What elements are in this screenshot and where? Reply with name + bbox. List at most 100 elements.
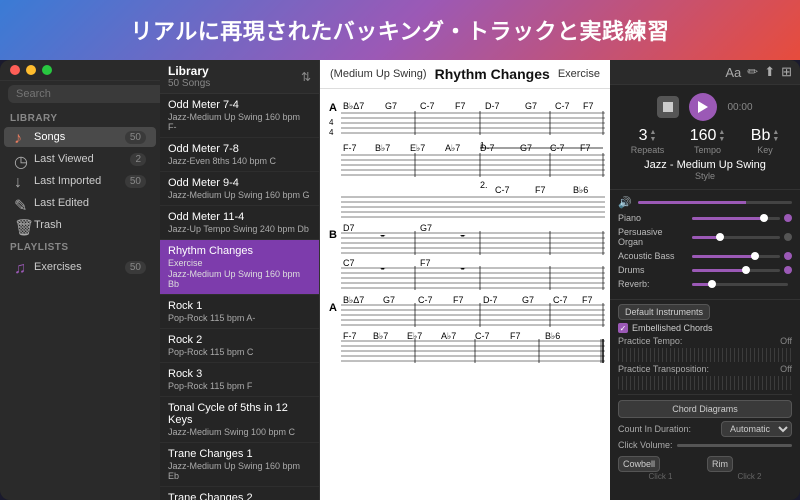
practice-tempo-label: Practice Tempo: [618, 336, 682, 346]
sidebar-item-last-imported[interactable]: ↓ Last Imported 50 [4, 171, 156, 191]
reverb-slider[interactable] [692, 283, 788, 286]
svg-text:4: 4 [329, 128, 334, 137]
playlists-section-header: Playlists [0, 236, 160, 255]
click-volume-slider[interactable] [677, 444, 792, 447]
traffic-green[interactable] [42, 65, 52, 75]
traffic-yellow[interactable] [26, 65, 36, 75]
song-title: Odd Meter 7-4 [168, 99, 311, 111]
bass-badge [784, 252, 792, 260]
count-in-select[interactable]: Automatic [721, 421, 792, 437]
sheet-header: (Medium Up Swing) Rhythm Changes Exercis… [320, 60, 610, 89]
divider [618, 394, 792, 395]
last-edited-label: Last Edited [34, 197, 146, 209]
playlist-icon: ♫ [14, 260, 28, 274]
svg-text:B♭Δ7: B♭Δ7 [343, 101, 364, 111]
bass-label: Acoustic Bass [618, 251, 688, 261]
tempo-value[interactable]: 160 ▲▼ [690, 127, 726, 145]
song-detail-active: Jazz-Medium Up Swing 160 bpm Bb [168, 269, 311, 289]
practice-transposition-waveform[interactable] [618, 376, 792, 390]
top-banner: リアルに再現されたバッキング・トラックと実践練習 [0, 0, 800, 60]
last-imported-count: 50 [125, 175, 146, 188]
repeats-value[interactable]: 3 ▲▼ [639, 127, 657, 145]
sheet-title: Rhythm Changes [435, 66, 550, 82]
song-list-count: 50 Songs [168, 78, 210, 89]
svg-text:4: 4 [329, 118, 334, 127]
svg-text:C-7: C-7 [418, 295, 433, 305]
svg-text:B♭7: B♭7 [373, 331, 388, 341]
svg-text:F7: F7 [583, 101, 594, 111]
song-item-3[interactable]: Odd Meter 11-4 Jazz-Up Tempo Swing 240 b… [160, 206, 319, 240]
last-imported-label: Last Imported [34, 175, 125, 187]
play-button[interactable] [689, 93, 717, 121]
songs-label: Songs [34, 131, 125, 143]
font-icon[interactable]: Aa [725, 65, 741, 80]
chord-diagrams-button[interactable]: Chord Diagrams [618, 400, 792, 418]
song-item-0[interactable]: Odd Meter 7-4 Jazz-Medium Up Swing 160 b… [160, 94, 319, 138]
click-volume-row: Click Volume: [618, 440, 792, 450]
traffic-red[interactable] [10, 65, 20, 75]
volume-slider[interactable] [638, 201, 792, 204]
sheet-content[interactable]: A 4 4 B♭Δ7 G7 C-7 F7 D-7 G7 C-7 F7 [320, 89, 610, 500]
song-item-4[interactable]: Rhythm Changes Exercise Jazz-Medium Up S… [160, 240, 319, 295]
click-buttons: Cowbell Click 1 Rim Click 2 [618, 454, 792, 481]
songs-count: 50 [125, 131, 146, 144]
svg-text:F7: F7 [582, 295, 593, 305]
song-title: Rock 1 [168, 300, 311, 312]
edit-icon[interactable]: ✏ [747, 64, 758, 80]
svg-text:D-7: D-7 [483, 295, 498, 305]
sidebar: Library ♪ Songs 50 ◷ Last Viewed 2 ↓ Las… [0, 60, 160, 500]
svg-text:A♭7: A♭7 [445, 143, 460, 153]
sidebar-item-last-viewed[interactable]: ◷ Last Viewed 2 [4, 149, 156, 169]
organ-slider[interactable] [692, 236, 780, 239]
sidebar-item-exercises[interactable]: ♫ Exercises 50 [4, 256, 156, 278]
svg-text:𝄻: 𝄻 [460, 263, 466, 279]
song-item-9[interactable]: Trane Changes 1 Jazz-Medium Up Swing 160… [160, 443, 319, 487]
song-subtitle: Jazz-Medium Swing 100 bpm C [168, 427, 311, 437]
last-viewed-icon: ◷ [14, 152, 28, 166]
sidebar-item-songs[interactable]: ♪ Songs 50 [4, 127, 156, 147]
embellished-checkbox[interactable]: ✓ [618, 323, 628, 333]
practice-transposition-label: Practice Transposition: [618, 364, 709, 374]
song-subtitle: Jazz-Up Tempo Swing 240 bpm Db [168, 224, 311, 234]
svg-text:B♭6: B♭6 [573, 185, 588, 195]
song-item-10[interactable]: Trane Changes 2 Jazz-Medium Up Swing 160… [160, 487, 319, 500]
default-instruments-button[interactable]: Default Instruments [618, 304, 710, 320]
drums-badge [784, 266, 792, 274]
song-item-6[interactable]: Rock 2 Pop-Rock 115 bpm C [160, 329, 319, 363]
piano-slider[interactable] [692, 217, 780, 220]
song-subtitle: Pop-Rock 115 bpm A- [168, 313, 311, 323]
song-subtitle: Pop-Rock 115 bpm C [168, 347, 311, 357]
grid-icon[interactable]: ⊞ [781, 64, 792, 80]
search-input[interactable] [8, 85, 160, 103]
share-icon[interactable]: ⬆ [764, 64, 775, 80]
library-section-header: Library [0, 107, 160, 126]
reorder-icon[interactable]: ⇅ [301, 70, 311, 84]
song-title: Odd Meter 7-8 [168, 143, 311, 155]
song-item-5[interactable]: Rock 1 Pop-Rock 115 bpm A- [160, 295, 319, 329]
song-item-8[interactable]: Tonal Cycle of 5ths in 12 Keys Jazz-Medi… [160, 397, 319, 443]
song-item-1[interactable]: Odd Meter 7-8 Jazz-Even 8ths 140 bpm C [160, 138, 319, 172]
embellished-label: Embellished Chords [632, 323, 713, 333]
rim-button[interactable]: Rim [707, 456, 733, 472]
drums-slider[interactable] [692, 269, 780, 272]
song-item-2[interactable]: Odd Meter 9-4 Jazz-Medium Up Swing 160 b… [160, 172, 319, 206]
song-title: Trane Changes 2 [168, 492, 311, 500]
bass-slider[interactable] [692, 255, 780, 258]
stop-button[interactable] [657, 96, 679, 118]
sheet-area: (Medium Up Swing) Rhythm Changes Exercis… [320, 60, 610, 500]
practice-tempo-waveform[interactable] [618, 348, 792, 362]
svg-text:F-7: F-7 [343, 331, 357, 341]
sidebar-item-trash[interactable]: 🗑 Trash [4, 215, 156, 235]
drums-label: Drums [618, 265, 688, 275]
sidebar-item-last-edited[interactable]: ✎ Last Edited [4, 193, 156, 213]
key-value[interactable]: Bb ▲▼ [751, 127, 780, 145]
sheet-type: Exercise [558, 68, 600, 80]
piano-badge [784, 214, 792, 222]
cowbell-button[interactable]: Cowbell [618, 456, 660, 472]
song-item-7[interactable]: Rock 3 Pop-Rock 115 bpm F [160, 363, 319, 397]
song-title: Tonal Cycle of 5ths in 12 Keys [168, 402, 311, 426]
rim-group: Rim Click 2 [707, 454, 792, 481]
song-subtitle: Jazz-Medium Up Swing 160 bpm G [168, 190, 311, 200]
svg-text:G7: G7 [522, 295, 534, 305]
player-meta: 3 ▲▼ Repeats 160 ▲▼ Tempo Bb ▲▼ [618, 127, 792, 155]
